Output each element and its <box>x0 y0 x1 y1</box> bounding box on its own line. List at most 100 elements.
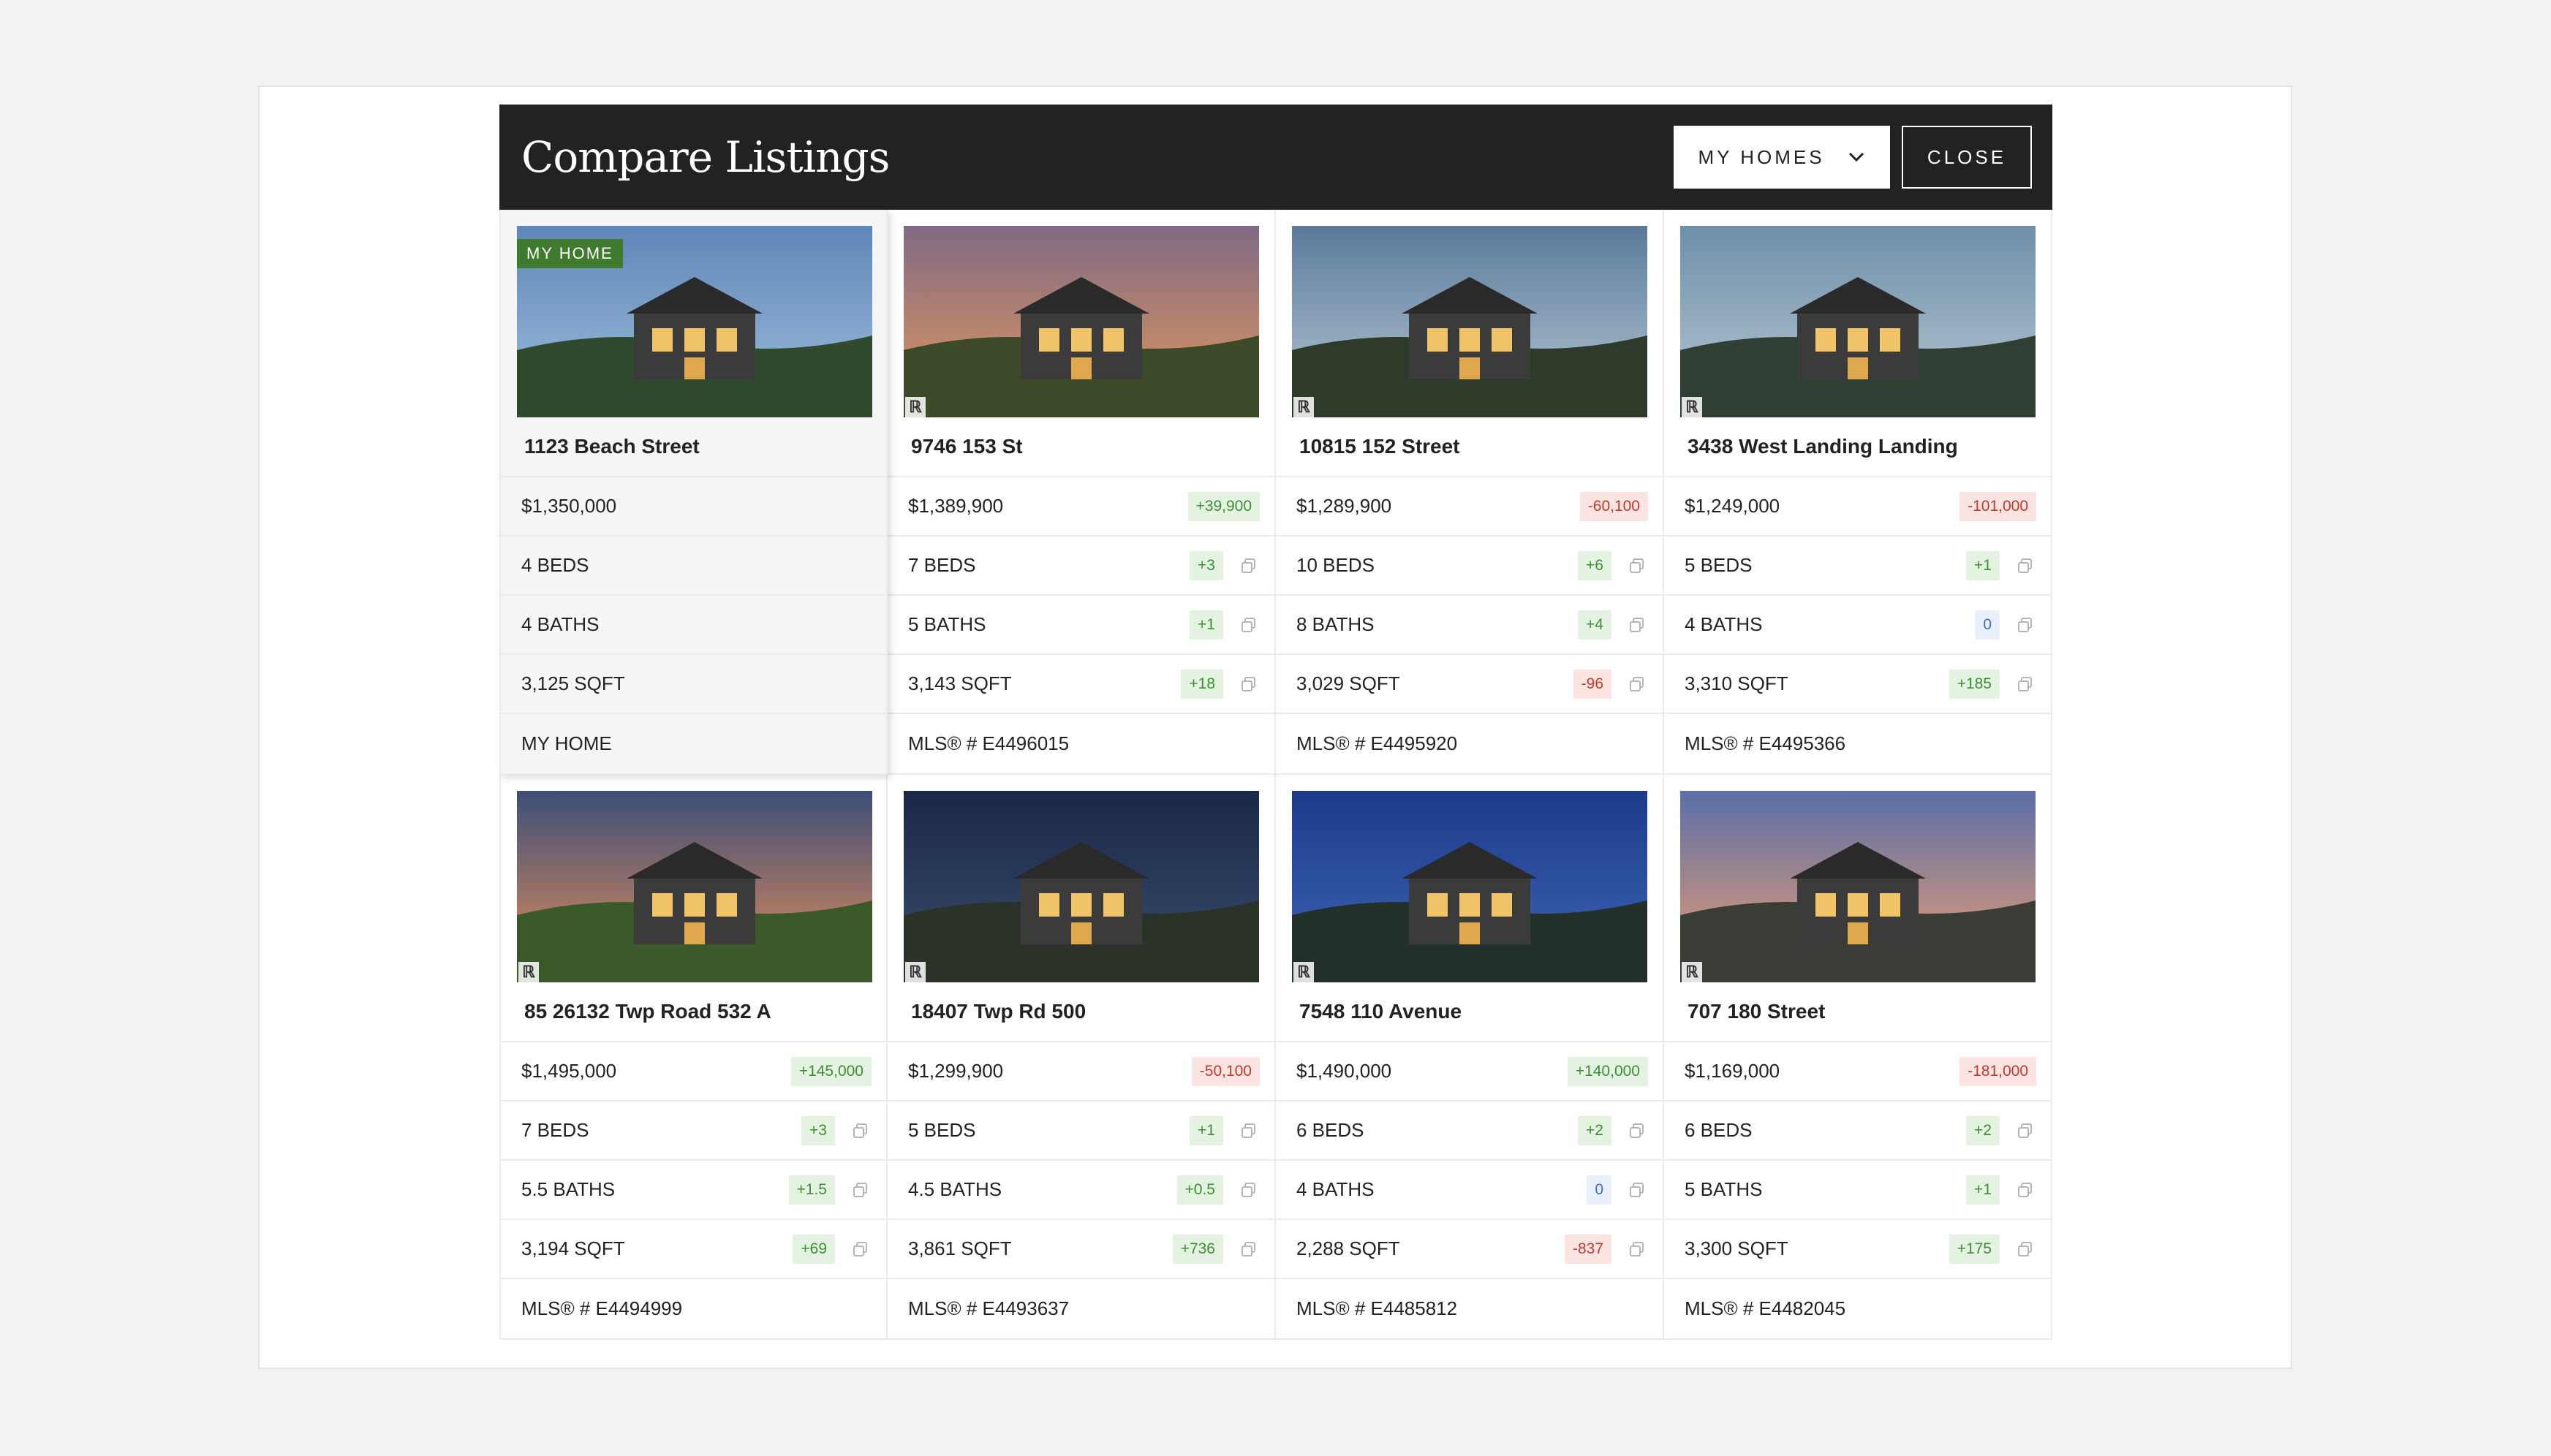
copy-icon[interactable] <box>2014 555 2036 577</box>
copy-icon[interactable] <box>1238 1238 1260 1260</box>
listing-photo[interactable]: ℝ <box>1680 226 2036 417</box>
copy-icon[interactable] <box>1238 614 1260 636</box>
listing-card: ℝ 707 180 Street $1,169,000 -181,000 6 B… <box>1663 775 2052 1340</box>
copy-icon[interactable] <box>2014 1179 2036 1201</box>
copy-icon[interactable] <box>1626 555 1648 577</box>
sqft-value: 3,861 SQFT <box>908 1237 1012 1259</box>
sqft-row: 3,029 SQFT -96 <box>1276 655 1663 714</box>
sqft-row: 3,143 SQFT +18 <box>888 655 1274 714</box>
sqft-diff-badge: -96 <box>1573 669 1611 699</box>
copy-icon[interactable] <box>1238 1120 1260 1142</box>
sqft-value: 3,310 SQFT <box>1685 672 1788 694</box>
price-row: $1,249,000 -101,000 <box>1664 477 2051 536</box>
price-diff-badge: +39,900 <box>1187 491 1260 521</box>
modal-title: Compare Listings <box>521 132 890 182</box>
sqft-row: 3,194 SQFT +69 <box>501 1220 886 1279</box>
mls-number: MLS® # E4495366 <box>1685 732 1846 754</box>
price-value: $1,249,000 <box>1685 495 1780 517</box>
listings-grid: MY HOME 1123 Beach Street $1,350,000 4 B… <box>499 210 2052 1340</box>
price-row: $1,169,000 -181,000 <box>1664 1042 2051 1102</box>
footer-row: MLS® # E4496015 <box>888 714 1274 773</box>
listing-photo[interactable]: MY HOME <box>517 226 872 417</box>
price-diff-badge: +145,000 <box>790 1056 872 1086</box>
beds-diff-badge: +2 <box>1578 1115 1611 1145</box>
price-row: $1,490,000 +140,000 <box>1276 1042 1663 1102</box>
listing-address[interactable]: 85 26132 Twp Road 532 A <box>501 982 886 1042</box>
listing-photo[interactable]: ℝ <box>1680 791 2036 982</box>
sqft-row: 3,300 SQFT +175 <box>1664 1220 2051 1279</box>
listing-card: ℝ 3438 West Landing Landing $1,249,000 -… <box>1663 210 2052 775</box>
copy-icon[interactable] <box>2014 1238 2036 1260</box>
price-row: $1,389,900 +39,900 <box>888 477 1274 536</box>
listing-address[interactable]: 9746 153 St <box>888 417 1274 477</box>
baths-diff-badge: +1 <box>1190 610 1223 640</box>
my-homes-dropdown[interactable]: MY HOMES <box>1674 126 1890 189</box>
copy-icon[interactable] <box>2014 614 2036 636</box>
copy-icon[interactable] <box>1626 1120 1648 1142</box>
listing-card: ℝ 7548 110 Avenue $1,490,000 +140,000 6 … <box>1274 775 1664 1340</box>
listing-address[interactable]: 7548 110 Avenue <box>1276 982 1663 1042</box>
beds-row: 4 BEDS <box>501 536 886 596</box>
realtor-logo-icon: ℝ <box>905 397 926 417</box>
baths-value: 5 BATHS <box>1685 1178 1763 1200</box>
mls-number: MLS® # E4494999 <box>521 1297 683 1319</box>
baths-row: 8 BATHS +4 <box>1276 596 1663 655</box>
listing-address[interactable]: 18407 Twp Rd 500 <box>888 982 1274 1042</box>
mls-number: MY HOME <box>521 732 612 754</box>
beds-value: 5 BEDS <box>908 1119 976 1141</box>
price-value: $1,350,000 <box>521 495 617 517</box>
listing-photo[interactable]: ℝ <box>904 791 1259 982</box>
copy-icon[interactable] <box>1238 555 1260 577</box>
listing-photo[interactable]: ℝ <box>1292 791 1647 982</box>
listing-address[interactable]: 707 180 Street <box>1664 982 2051 1042</box>
listing-photo[interactable]: ℝ <box>517 791 872 982</box>
sqft-row: 3,861 SQFT +736 <box>888 1220 1274 1279</box>
sqft-row: 3,125 SQFT <box>501 655 886 714</box>
sqft-value: 3,125 SQFT <box>521 672 625 694</box>
chevron-down-icon <box>1847 148 1866 167</box>
price-diff-badge: -60,100 <box>1579 491 1648 521</box>
beds-row: 5 BEDS +1 <box>888 1102 1274 1161</box>
beds-value: 7 BEDS <box>521 1119 589 1141</box>
listing-card: ℝ 9746 153 St $1,389,900 +39,900 7 BEDS … <box>886 210 1276 775</box>
listing-card: ℝ 85 26132 Twp Road 532 A $1,495,000 +14… <box>499 775 888 1340</box>
copy-icon[interactable] <box>1238 673 1260 695</box>
listing-address[interactable]: 10815 152 Street <box>1276 417 1663 477</box>
beds-diff-badge: +2 <box>1966 1115 2000 1145</box>
price-diff-badge: -181,000 <box>1959 1056 2036 1086</box>
copy-icon[interactable] <box>1626 614 1648 636</box>
copy-icon[interactable] <box>1626 1179 1648 1201</box>
copy-icon[interactable] <box>2014 1120 2036 1142</box>
close-button[interactable]: CLOSE <box>1902 126 2032 189</box>
compare-listings-modal: Compare Listings MY HOMES CLOSE MY HOME … <box>499 105 2052 1340</box>
copy-icon[interactable] <box>1626 1238 1648 1260</box>
copy-icon[interactable] <box>850 1238 872 1260</box>
copy-icon[interactable] <box>1626 673 1648 695</box>
copy-icon[interactable] <box>850 1120 872 1142</box>
sqft-value: 3,300 SQFT <box>1685 1237 1788 1259</box>
price-row: $1,299,900 -50,100 <box>888 1042 1274 1102</box>
beds-row: 10 BEDS +6 <box>1276 536 1663 596</box>
copy-icon[interactable] <box>1238 1179 1260 1201</box>
mls-number: MLS® # E4495920 <box>1296 732 1458 754</box>
listing-photo[interactable]: ℝ <box>904 226 1259 417</box>
sqft-row: 3,310 SQFT +185 <box>1664 655 2051 714</box>
listing-photo[interactable]: ℝ <box>1292 226 1647 417</box>
copy-icon[interactable] <box>850 1179 872 1201</box>
beds-diff-badge: +6 <box>1578 550 1611 580</box>
price-value: $1,289,900 <box>1296 495 1392 517</box>
baths-diff-badge: +4 <box>1578 610 1611 640</box>
baths-row: 4 BATHS <box>501 596 886 655</box>
price-value: $1,495,000 <box>521 1060 617 1082</box>
copy-icon[interactable] <box>2014 673 2036 695</box>
listing-address[interactable]: 1123 Beach Street <box>501 417 886 477</box>
beds-diff-badge: +3 <box>1190 550 1223 580</box>
listing-card: ℝ 18407 Twp Rd 500 $1,299,900 -50,100 5 … <box>886 775 1276 1340</box>
sqft-value: 2,288 SQFT <box>1296 1237 1400 1259</box>
baths-diff-badge: 0 <box>1975 610 2000 640</box>
listing-card: ℝ 10815 152 Street $1,289,900 -60,100 10… <box>1274 210 1664 775</box>
sqft-diff-badge: +736 <box>1172 1234 1223 1264</box>
mls-number: MLS® # E4493637 <box>908 1297 1070 1319</box>
listing-address[interactable]: 3438 West Landing Landing <box>1664 417 2051 477</box>
beds-value: 5 BEDS <box>1685 554 1753 576</box>
